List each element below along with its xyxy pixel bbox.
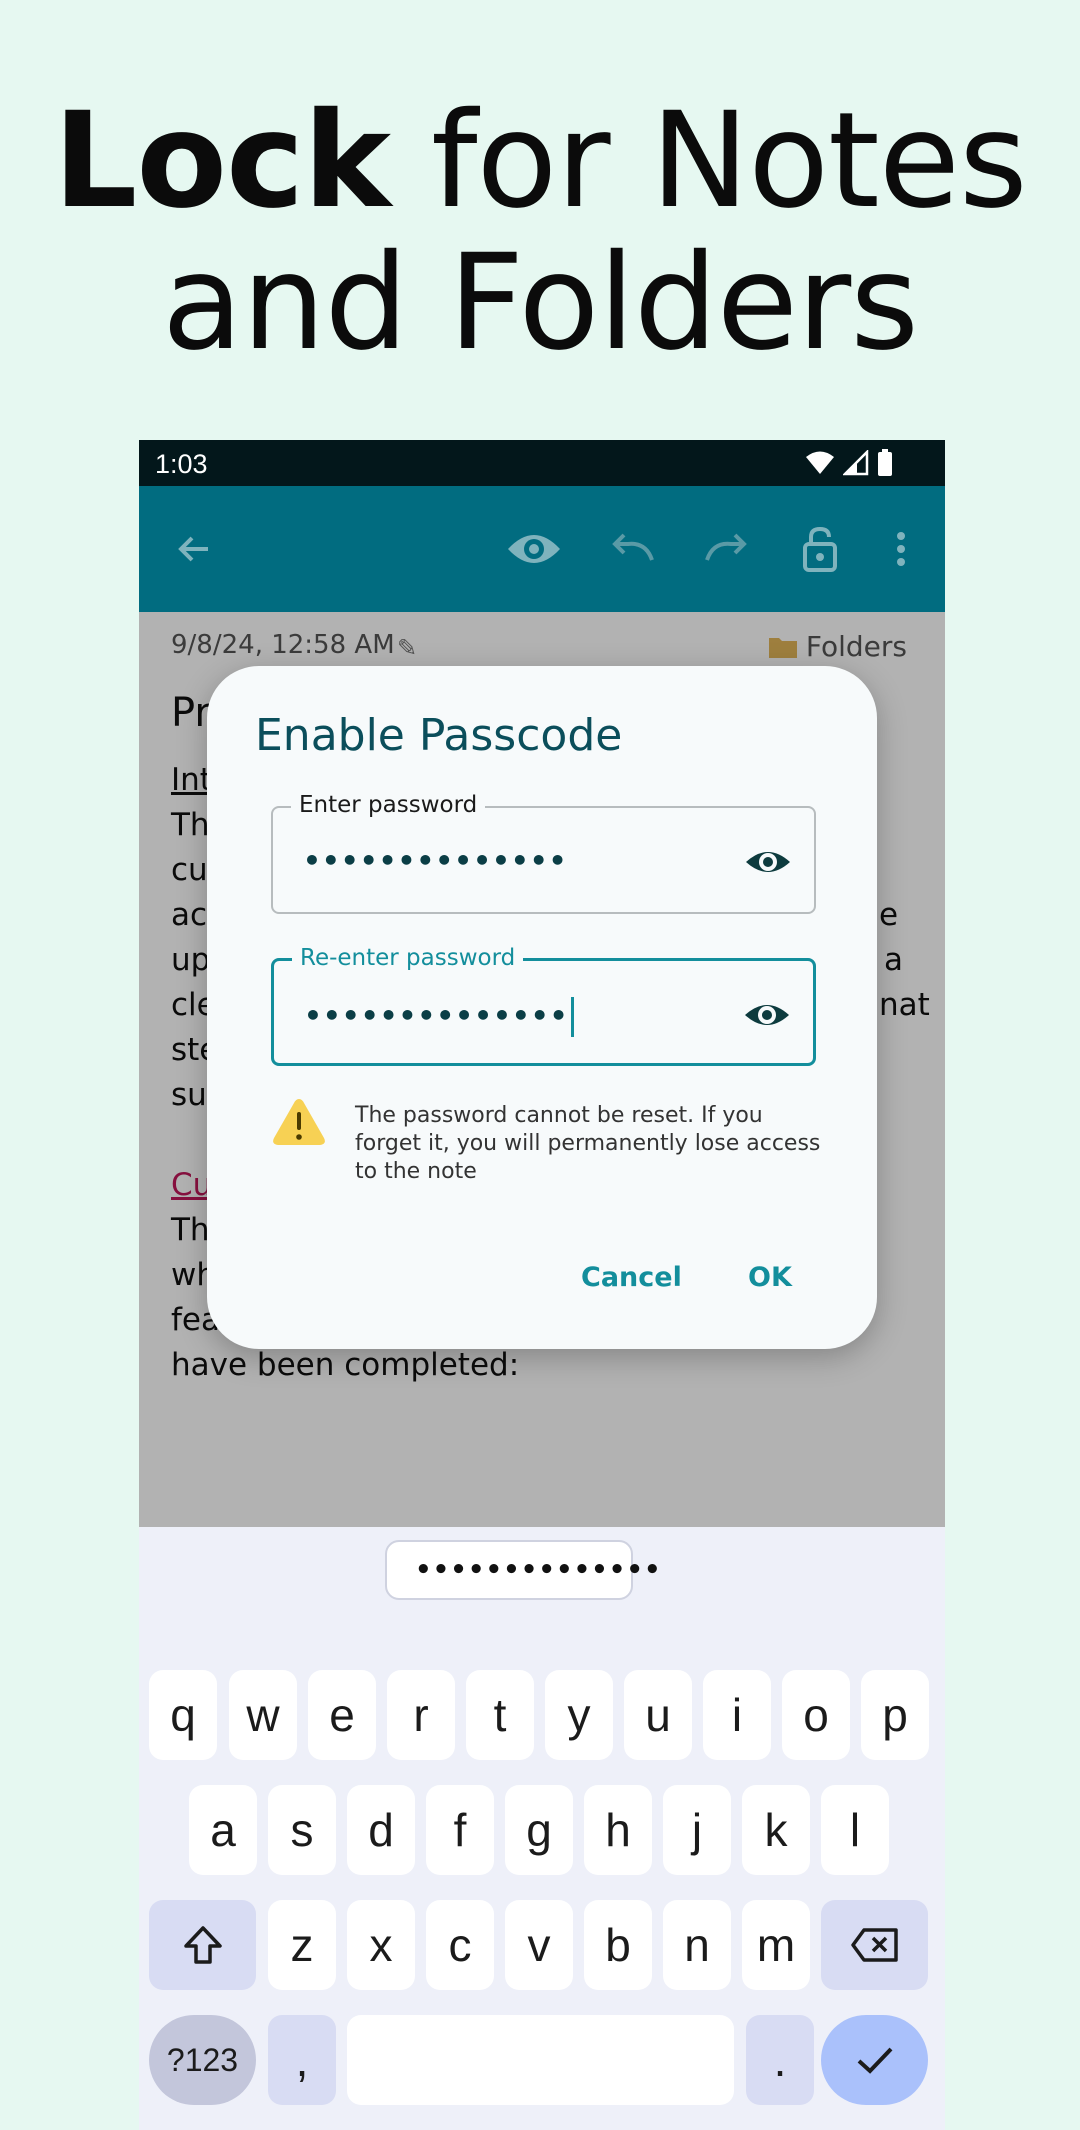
editor-toolbar <box>139 486 945 612</box>
status-bar: 1:03 <box>139 440 945 486</box>
keyboard: •••••••••••••• q w e r t y u i o p a s d… <box>139 1527 945 2130</box>
eye-icon[interactable] <box>502 522 566 576</box>
show-password-icon[interactable] <box>744 838 792 886</box>
enter-password-label: Enter password <box>291 792 486 818</box>
wifi-icon <box>806 451 834 474</box>
key-d[interactable]: d <box>347 1785 415 1875</box>
back-arrow-icon[interactable] <box>167 522 221 576</box>
period-key[interactable]: . <box>746 2015 814 2105</box>
warning-text: The password cannot be reset. If you for… <box>355 1103 821 1184</box>
dialog-title: Enable Passcode <box>255 710 623 761</box>
key-n[interactable]: n <box>663 1900 731 1990</box>
redo-icon[interactable] <box>699 522 753 576</box>
clipboard-suggestion[interactable]: •••••••••••••• <box>385 1540 661 1600</box>
done-key[interactable] <box>821 2015 928 2105</box>
shift-icon <box>183 1926 222 1964</box>
cancel-button[interactable]: Cancel <box>581 1262 682 1293</box>
key-i[interactable]: i <box>703 1670 771 1760</box>
key-h[interactable]: h <box>584 1785 652 1875</box>
battery-icon <box>878 449 892 476</box>
key-l[interactable]: l <box>821 1785 889 1875</box>
key-u[interactable]: u <box>624 1670 692 1760</box>
key-w[interactable]: w <box>229 1670 297 1760</box>
signal-icon <box>843 450 869 476</box>
headline: Lock for Notes and Folders <box>0 90 1080 374</box>
enable-passcode-dialog: Enable Passcode Enter password •••••••••… <box>207 666 877 1349</box>
key-t[interactable]: t <box>466 1670 534 1760</box>
enter-password-value: •••••••••••••• <box>303 844 568 877</box>
unlock-icon[interactable] <box>793 522 847 576</box>
key-m[interactable]: m <box>742 1900 810 1990</box>
space-key[interactable] <box>347 2015 734 2105</box>
backspace-icon <box>850 1928 898 1962</box>
key-y[interactable]: y <box>545 1670 613 1760</box>
headline-rest: for Notes <box>390 84 1028 238</box>
backspace-key[interactable] <box>821 1900 928 1990</box>
warning-icon <box>273 1099 325 1145</box>
reenter-password-value: •••••••••••••• <box>304 997 574 1037</box>
headline-line2: and Folders <box>162 226 919 380</box>
key-r[interactable]: r <box>387 1670 455 1760</box>
key-p[interactable]: p <box>861 1670 929 1760</box>
key-b[interactable]: b <box>584 1900 652 1990</box>
show-password-icon[interactable] <box>743 991 791 1039</box>
key-s[interactable]: s <box>268 1785 336 1875</box>
key-a[interactable]: a <box>189 1785 257 1875</box>
key-j[interactable]: j <box>663 1785 731 1875</box>
key-v[interactable]: v <box>505 1900 573 1990</box>
undo-icon[interactable] <box>606 522 660 576</box>
enter-password-field[interactable]: Enter password •••••••••••••• <box>271 792 816 914</box>
comma-key[interactable]: , <box>268 2015 336 2105</box>
shift-key[interactable] <box>149 1900 256 1990</box>
key-g[interactable]: g <box>505 1785 573 1875</box>
key-x[interactable]: x <box>347 1900 415 1990</box>
phone-screen: 1:03 9/8/24, 12:58 AM ✎ Folders Pr Int T… <box>139 440 945 2130</box>
reenter-password-label: Re-enter password <box>292 945 524 971</box>
text-caret <box>570 997 574 1037</box>
headline-bold: Lock <box>53 84 391 238</box>
symbols-key[interactable]: ?123 <box>149 2015 256 2105</box>
key-c[interactable]: c <box>426 1900 494 1990</box>
status-time: 1:03 <box>155 449 208 479</box>
clipboard-text: •••••••••••••• <box>415 1555 662 1585</box>
reenter-password-field[interactable]: Re-enter password •••••••••••••• <box>271 945 816 1066</box>
more-vert-icon[interactable] <box>874 522 928 576</box>
ok-button[interactable]: OK <box>748 1262 792 1293</box>
key-k[interactable]: k <box>742 1785 810 1875</box>
key-q[interactable]: q <box>149 1670 217 1760</box>
check-icon <box>857 2047 892 2074</box>
key-e[interactable]: e <box>308 1670 376 1760</box>
key-f[interactable]: f <box>426 1785 494 1875</box>
key-z[interactable]: z <box>268 1900 336 1990</box>
key-o[interactable]: o <box>782 1670 850 1760</box>
